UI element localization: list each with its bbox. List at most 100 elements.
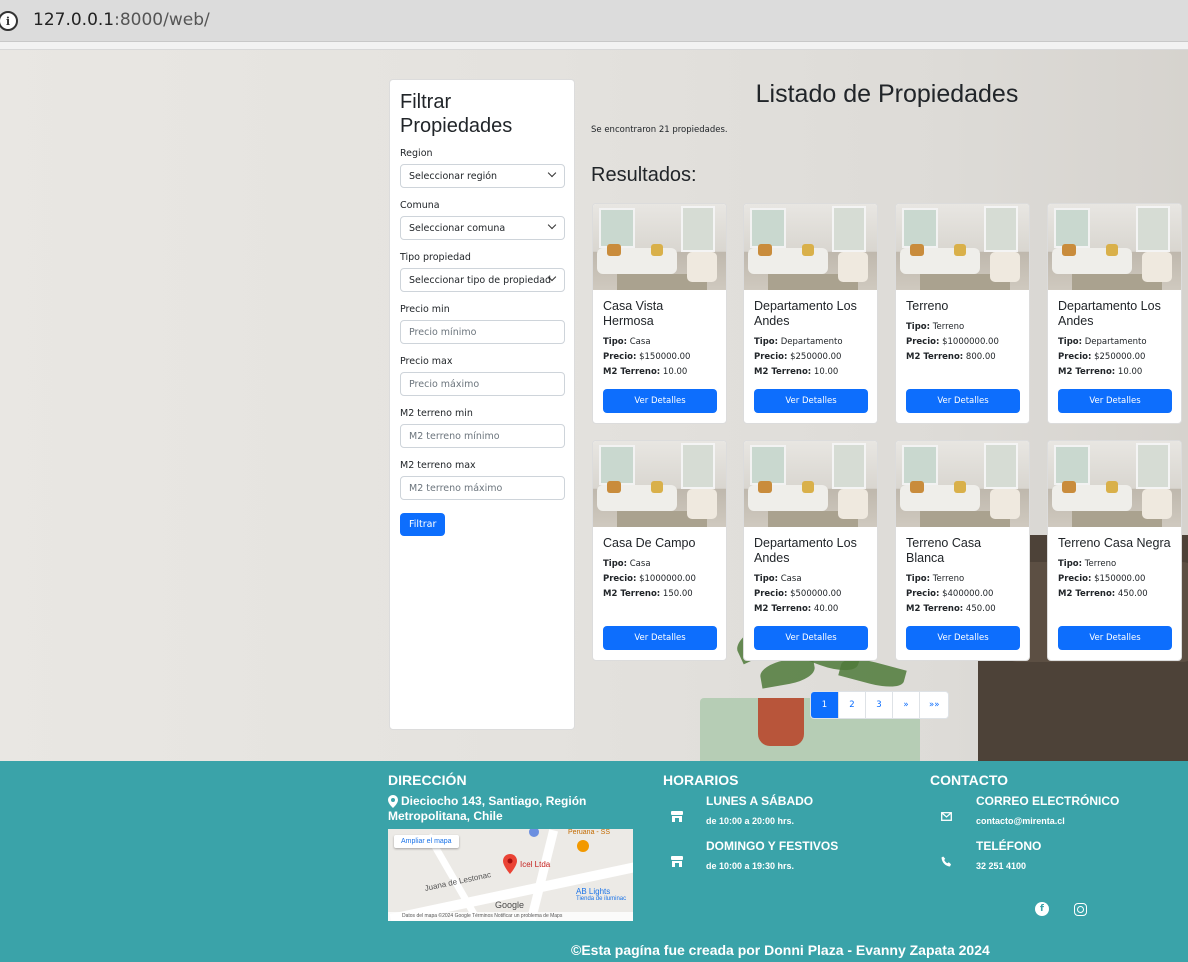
filter-button[interactable]: Filtrar	[400, 513, 446, 536]
property-image[interactable]	[744, 204, 877, 290]
ver-detalles-button[interactable]: Ver Detalles	[1058, 626, 1172, 650]
m2-value: 800.00	[965, 352, 996, 362]
m2-value: 450.00	[965, 604, 996, 614]
property-title: Departamento Los Andes	[754, 536, 857, 565]
map-road	[527, 829, 558, 921]
property-card: Terreno Casa Negra Tipo: Terreno Precio: $…	[1047, 440, 1182, 661]
tipo-propiedad-select[interactable]: Seleccionar tipo de propiedad	[400, 268, 565, 292]
property-card-body: Casa De Campo Tipo: Casa Precio: $1000000.…	[593, 527, 726, 602]
page-1-link[interactable]: 1	[811, 692, 838, 718]
m2-value: 10.00	[662, 367, 688, 377]
precio-value: $1000000.00	[942, 337, 999, 347]
image-chair-detail	[1142, 252, 1172, 282]
email-value[interactable]: contacto@mirenta.cl	[976, 816, 1065, 826]
ver-detalles-button[interactable]: Ver Detalles	[754, 626, 868, 650]
ver-detalles-button[interactable]: Ver Detalles	[603, 626, 717, 650]
instagram-icon[interactable]	[1074, 903, 1087, 916]
tipo-label: Tipo:	[1058, 337, 1083, 347]
image-pillow-detail	[758, 481, 772, 493]
property-image[interactable]	[896, 204, 1029, 290]
tipo-propiedad-label: Tipo propiedad	[400, 252, 471, 263]
m2-min-input[interactable]: M2 terreno mínimo	[400, 424, 565, 448]
precio-label: Precio:	[754, 352, 788, 362]
page-3-link[interactable]: 3	[865, 692, 892, 718]
browser-address-bar[interactable]: i 127.0.0.1:8000/web/	[0, 0, 1188, 42]
property-title: Casa Vista Hermosa	[603, 299, 664, 328]
image-window-detail	[832, 443, 866, 489]
comuna-select[interactable]: Seleccionar comuna	[400, 216, 565, 240]
image-window-detail	[984, 443, 1018, 489]
filter-title: Filtrar Propiedades	[400, 91, 513, 137]
precio-value: $400000.00	[942, 589, 994, 599]
precio-max-input[interactable]: Precio máximo	[400, 372, 565, 396]
property-tipo: Tipo: Terreno	[906, 320, 1019, 335]
map-marker-icon	[503, 854, 517, 874]
property-card: Casa Vista Hermosa Tipo: Casa Precio: $150…	[592, 203, 727, 424]
map-expand-button[interactable]: Ampliar el mapa	[394, 835, 459, 848]
property-image[interactable]	[896, 441, 1029, 527]
next-page-link[interactable]: »	[892, 692, 919, 718]
image-window-detail	[1054, 445, 1090, 485]
m2-label: M2 Terreno:	[603, 589, 661, 599]
facebook-icon[interactable]: f	[1035, 902, 1049, 916]
property-image[interactable]	[744, 441, 877, 527]
image-chair-detail	[990, 252, 1020, 282]
precio-value: $250000.00	[790, 352, 842, 362]
image-window-detail	[750, 445, 786, 485]
page-title: Listado de Propiedades	[755, 80, 1019, 108]
tipo-label: Tipo:	[906, 322, 931, 332]
property-m2: M2 Terreno: 450.00	[906, 602, 1019, 617]
property-tipo: Tipo: Casa	[603, 557, 716, 572]
tipo-propiedad-select-value: Seleccionar tipo de propiedad	[409, 274, 552, 286]
url-path: :8000/web/	[114, 10, 210, 30]
browser-separator	[0, 42, 1188, 50]
property-tipo: Tipo: Departamento	[1058, 335, 1171, 350]
m2-value: 450.00	[1117, 589, 1148, 599]
property-card: Departamento Los Andes Tipo: Departamento…	[1047, 203, 1182, 424]
url-text[interactable]: 127.0.0.1:8000/web/	[33, 10, 210, 30]
results-heading: Resultados:	[591, 164, 697, 186]
m2-max-input[interactable]: M2 terreno máximo	[400, 476, 565, 500]
store-icon	[670, 809, 684, 823]
background-plant-pot	[758, 698, 804, 746]
property-image[interactable]	[593, 441, 726, 527]
property-image[interactable]	[1048, 441, 1181, 527]
property-image[interactable]	[1048, 204, 1181, 290]
image-pillow-detail	[1062, 244, 1076, 256]
horario-dia-2: DOMINGO Y FESTIVOS	[706, 839, 839, 853]
precio-value: $150000.00	[1094, 574, 1146, 584]
image-chair-detail	[838, 489, 868, 519]
property-m2: M2 Terreno: 800.00	[906, 350, 1019, 365]
image-chair-detail	[687, 252, 717, 282]
region-select[interactable]: Seleccionar región	[400, 164, 565, 188]
page-2-link[interactable]: 2	[838, 692, 865, 718]
precio-value: $1000000.00	[639, 574, 696, 584]
ver-detalles-button[interactable]: Ver Detalles	[906, 389, 1020, 413]
phone-value[interactable]: 32 251 4100	[976, 861, 1026, 871]
phone-label: TELÉFONO	[976, 839, 1042, 853]
phone-icon	[939, 854, 953, 868]
horario-horas-2: de 10:00 a 19:30 hrs.	[706, 861, 795, 871]
ver-detalles-button[interactable]: Ver Detalles	[906, 626, 1020, 650]
last-page-link[interactable]: »»	[919, 692, 949, 718]
image-pillow-detail	[1062, 481, 1076, 493]
site-info-icon[interactable]: i	[0, 11, 18, 31]
property-title: Departamento Los Andes	[1058, 299, 1161, 328]
property-precio: Precio: $250000.00	[754, 350, 867, 365]
ver-detalles-button[interactable]: Ver Detalles	[603, 389, 717, 413]
ver-detalles-button[interactable]: Ver Detalles	[754, 389, 868, 413]
location-map[interactable]: Ampliar el mapa Peruana - SS Icel Ltda J…	[388, 829, 633, 921]
image-window-detail	[681, 206, 715, 252]
chevron-down-icon	[547, 220, 557, 230]
comuna-select-value: Seleccionar comuna	[409, 222, 506, 234]
precio-label: Precio:	[754, 589, 788, 599]
precio-min-input[interactable]: Precio mínimo	[400, 320, 565, 344]
tipo-label: Tipo:	[754, 337, 779, 347]
property-card-body: Departamento Los Andes Tipo: Departamento…	[744, 290, 877, 380]
property-m2: M2 Terreno: 10.00	[603, 365, 716, 380]
ver-detalles-button[interactable]: Ver Detalles	[1058, 389, 1172, 413]
property-precio: Precio: $150000.00	[1058, 572, 1171, 587]
m2-label: M2 Terreno:	[906, 604, 964, 614]
property-image[interactable]	[593, 204, 726, 290]
envelope-icon	[939, 809, 953, 823]
